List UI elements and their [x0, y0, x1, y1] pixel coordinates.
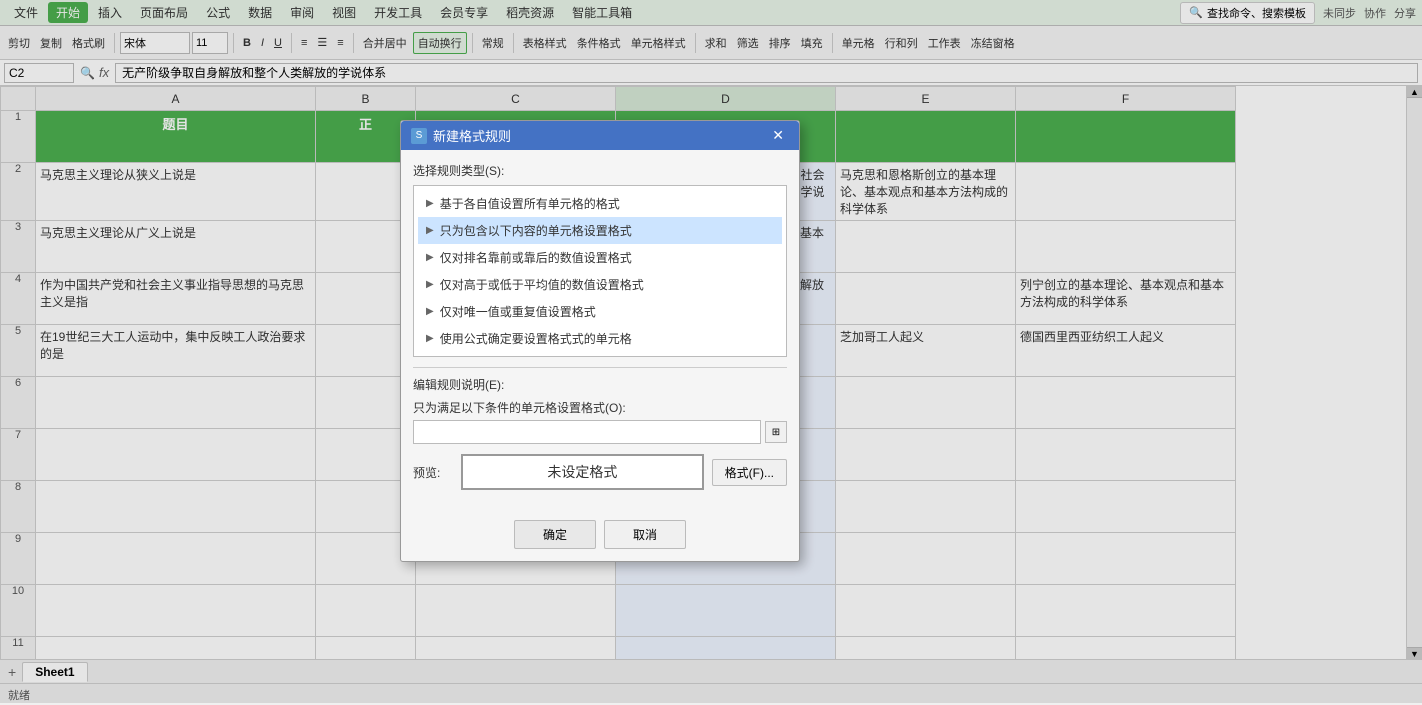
rule-label-4: 仅对高于或低于平均值的数值设置格式	[440, 276, 644, 293]
rule-item-1[interactable]: ▶ 基于各自值设置所有单元格的格式	[418, 190, 782, 217]
condition-label: 只为满足以下条件的单元格设置格式(O):	[413, 399, 787, 416]
rule-label-3: 仅对排名靠前或靠后的数值设置格式	[440, 249, 632, 266]
format-button[interactable]: 格式(F)...	[712, 459, 787, 486]
dialog-footer: 确定 取消	[401, 514, 799, 561]
rule-type-label: 选择规则类型(S):	[413, 162, 787, 179]
rule-label-1: 基于各自值设置所有单元格的格式	[440, 195, 620, 212]
edit-rule-label: 编辑规则说明(E):	[413, 376, 787, 393]
cancel-button[interactable]: 取消	[604, 520, 686, 549]
preview-box: 未设定格式	[461, 454, 704, 490]
rule-arrow-3: ▶	[426, 252, 434, 263]
condition-select-range-btn[interactable]: ⊞	[765, 421, 787, 443]
dialog-title: 新建格式规则	[433, 126, 511, 145]
rule-arrow-1: ▶	[426, 198, 434, 209]
dialog-overlay: S 新建格式规则 ✕ 选择规则类型(S): ▶ 基于各自值设置所有单元格的格式 …	[0, 0, 1422, 703]
rule-type-list: ▶ 基于各自值设置所有单元格的格式 ▶ 只为包含以下内容的单元格设置格式 ▶ 仅…	[413, 185, 787, 357]
rule-item-3[interactable]: ▶ 仅对排名靠前或靠后的数值设置格式	[418, 244, 782, 271]
new-rule-dialog: S 新建格式规则 ✕ 选择规则类型(S): ▶ 基于各自值设置所有单元格的格式 …	[400, 120, 800, 562]
rule-arrow-2: ▶	[426, 225, 434, 236]
dialog-body: 选择规则类型(S): ▶ 基于各自值设置所有单元格的格式 ▶ 只为包含以下内容的…	[401, 150, 799, 514]
rule-label-6: 使用公式确定要设置格式式的单元格	[440, 330, 632, 347]
rule-label-5: 仅对唯一值或重复值设置格式	[440, 303, 596, 320]
rule-label-2: 只为包含以下内容的单元格设置格式	[440, 222, 632, 239]
section-divider	[413, 367, 787, 368]
rule-arrow-5: ▶	[426, 306, 434, 317]
dialog-title-bar: S 新建格式规则 ✕	[401, 121, 799, 150]
dialog-close-button[interactable]: ✕	[767, 126, 789, 145]
confirm-button[interactable]: 确定	[514, 520, 596, 549]
preview-text: 未设定格式	[547, 462, 617, 482]
preview-row: 预览: 未设定格式 格式(F)...	[413, 454, 787, 490]
rule-item-5[interactable]: ▶ 仅对唯一值或重复值设置格式	[418, 298, 782, 325]
rule-arrow-6: ▶	[426, 333, 434, 344]
rule-item-6[interactable]: ▶ 使用公式确定要设置格式式的单元格	[418, 325, 782, 352]
rule-arrow-4: ▶	[426, 279, 434, 290]
condition-input-row: ⊞	[413, 420, 787, 444]
rule-item-2[interactable]: ▶ 只为包含以下内容的单元格设置格式	[418, 217, 782, 244]
dialog-title-icon: S	[411, 128, 427, 144]
rule-item-4[interactable]: ▶ 仅对高于或低于平均值的数值设置格式	[418, 271, 782, 298]
condition-input-field[interactable]	[413, 420, 761, 444]
preview-label: 预览:	[413, 464, 453, 481]
